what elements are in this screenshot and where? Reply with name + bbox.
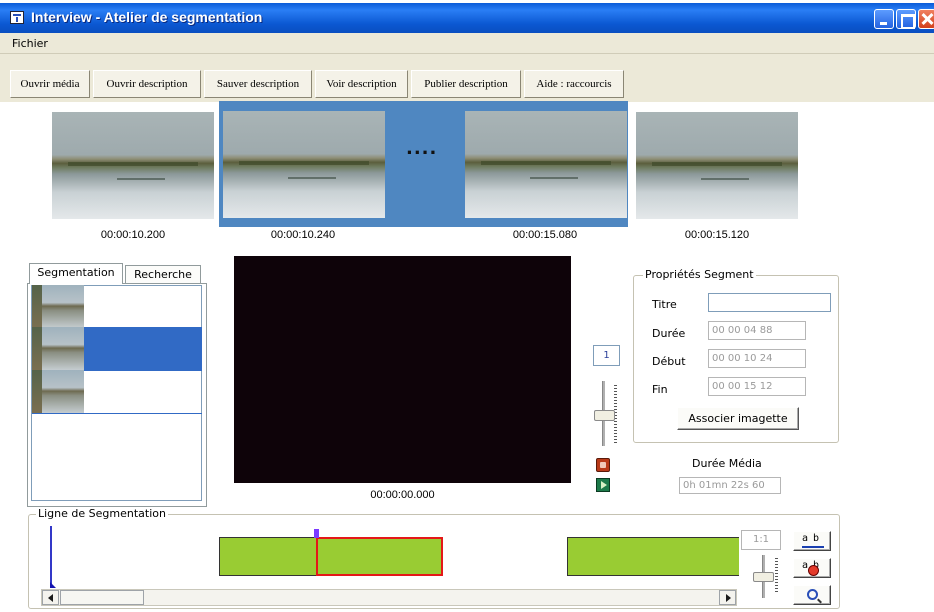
magnifier-icon: [807, 589, 818, 600]
open-description-button[interactable]: Ouvrir description: [93, 70, 201, 98]
view-description-button[interactable]: Voir description: [315, 70, 408, 98]
open-media-button[interactable]: Ouvrir média: [10, 70, 90, 98]
timeline-segment[interactable]: [567, 537, 739, 576]
zoom-slider-handle[interactable]: [594, 410, 615, 421]
timeline-ratio[interactable]: 1:1: [741, 530, 781, 550]
fin-input[interactable]: 00 00 15 12: [708, 377, 806, 396]
timeline-segment[interactable]: [219, 537, 318, 576]
debut-input[interactable]: 00 00 10 24: [708, 349, 806, 368]
timeline-segment-selected[interactable]: [316, 537, 443, 576]
list-item-selected[interactable]: [32, 327, 202, 371]
debut-label: Début: [652, 355, 686, 368]
zoom-fit-button[interactable]: [793, 585, 831, 605]
titre-input[interactable]: [708, 293, 831, 312]
video-player[interactable]: [234, 256, 571, 483]
position-marker[interactable]: [314, 529, 319, 538]
thumbnail-selected-end[interactable]: [465, 111, 627, 218]
duree-input[interactable]: 00 00 04 88: [708, 321, 806, 340]
associate-thumbnail-button[interactable]: Associer imagette: [677, 407, 799, 430]
window-title: Interview - Atelier de segmentation: [31, 9, 263, 25]
thumbnail-time: 00:00:15.080: [512, 229, 578, 241]
minimize-button[interactable]: [874, 9, 894, 29]
tab-segmentation[interactable]: Segmentation: [29, 263, 123, 284]
thumbnail-ellipsis: ....: [406, 138, 438, 159]
thumbnail[interactable]: [636, 112, 798, 219]
thumbnail-selected-start[interactable]: [223, 111, 385, 218]
save-description-button[interactable]: Sauver description: [204, 70, 312, 98]
thumbnail-time: 00:00:15.120: [684, 229, 750, 241]
list-item[interactable]: [32, 285, 202, 329]
list-item[interactable]: [32, 370, 202, 414]
play-icon[interactable]: [596, 478, 610, 492]
stop-icon[interactable]: [596, 458, 610, 472]
app-icon[interactable]: [10, 11, 24, 24]
playhead-line[interactable]: [50, 526, 52, 588]
segment-thumbnail: [32, 370, 84, 414]
publish-description-button[interactable]: Publier description: [411, 70, 521, 98]
menu-bar: [0, 33, 934, 54]
timeline-scrollbar[interactable]: [41, 589, 737, 606]
video-time: 00:00:00.000: [370, 489, 435, 501]
timeline-zoom-slider-handle[interactable]: [753, 572, 774, 582]
duree-label: Durée: [652, 327, 686, 340]
cut-segment-button[interactable]: ab: [793, 558, 831, 578]
segmentation-line-legend: Ligne de Segmentation: [36, 507, 168, 520]
maximize-button[interactable]: [896, 9, 916, 29]
close-button[interactable]: [918, 9, 934, 29]
scroll-right-arrow-icon[interactable]: [719, 590, 736, 605]
media-duration-field: 0h 01mn 22s 60: [679, 477, 781, 494]
menu-fichier[interactable]: Fichier: [12, 37, 48, 50]
help-shortcuts-button[interactable]: Aide : raccourcis: [524, 70, 624, 98]
ab-range-button[interactable]: ab: [793, 531, 831, 551]
scroll-left-arrow-icon[interactable]: [42, 590, 59, 605]
segment-thumbnail: [32, 327, 84, 371]
thumbnail[interactable]: [52, 112, 214, 219]
slider-ticks: [775, 558, 778, 592]
segment-properties-legend: Propriétés Segment: [643, 268, 756, 281]
zoom-level[interactable]: 1: [593, 345, 620, 366]
list-divider: [32, 413, 202, 414]
thumbnail-time: 00:00:10.240: [270, 229, 336, 241]
scrollbar-thumb[interactable]: [60, 590, 144, 605]
tab-recherche[interactable]: Recherche: [125, 265, 201, 283]
playhead-marker-icon[interactable]: [50, 582, 56, 588]
segment-thumbnail: [32, 285, 84, 329]
media-duration-label: Durée Média: [692, 457, 762, 470]
ab-range-icon: ab: [802, 533, 825, 544]
titre-label: Titre: [652, 298, 677, 311]
fin-label: Fin: [652, 383, 668, 396]
thumbnail-time: 00:00:10.200: [100, 229, 166, 241]
cut-icon: [808, 565, 819, 576]
